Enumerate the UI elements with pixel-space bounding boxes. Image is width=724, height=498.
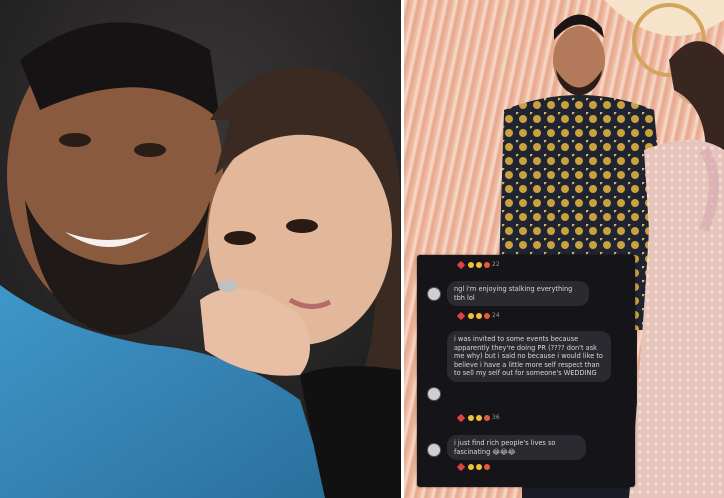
heart-icon [456,311,466,320]
heart-icon [456,462,466,472]
heart-icon [456,413,466,422]
angry-emoji-icon [484,464,490,470]
message-bubble: i just find rich people's lives so fasci… [447,435,586,461]
laughing-emoji-icon [468,464,474,470]
avatar [427,387,441,401]
message-bubble: ngl i'm enjoying stalking everything tbh… [447,281,589,307]
chat-message: i just find rich people's lives so fasci… [427,435,586,461]
reaction-count: 22 [492,261,500,268]
laughing-emoji-icon [476,261,482,268]
image-canvas: 22 ngl i'm enjoying stalking everything … [0,0,724,498]
angry-emoji-icon [484,261,490,268]
reaction-bar: 36 [456,413,500,422]
laughing-emoji-icon [468,414,474,421]
reaction-count: 36 [492,414,500,421]
left-photo-illustration [0,0,401,498]
angry-emoji-icon [484,414,490,421]
left-photo [0,0,401,498]
laughing-emoji-icon [468,312,474,319]
laughing-emoji-icon [476,414,482,421]
angry-emoji-icon [484,312,490,319]
heart-icon [456,260,466,269]
laughing-emoji-icon [476,464,482,470]
avatar [427,443,441,457]
avatar [427,287,441,301]
message-bubble: i was invited to some events because app… [447,331,611,382]
chat-screenshot: 22 ngl i'm enjoying stalking everything … [417,255,635,487]
reaction-count: 24 [492,312,500,319]
laughing-emoji-icon [468,261,474,268]
chat-message: ngl i'm enjoying stalking everything tbh… [427,281,589,307]
reaction-bar: 22 [456,260,500,269]
reaction-bar: 24 [456,311,500,320]
laughing-emoji-icon [476,312,482,319]
chat-message: i was invited to some events because app… [427,331,611,401]
reaction-bar [456,462,492,472]
